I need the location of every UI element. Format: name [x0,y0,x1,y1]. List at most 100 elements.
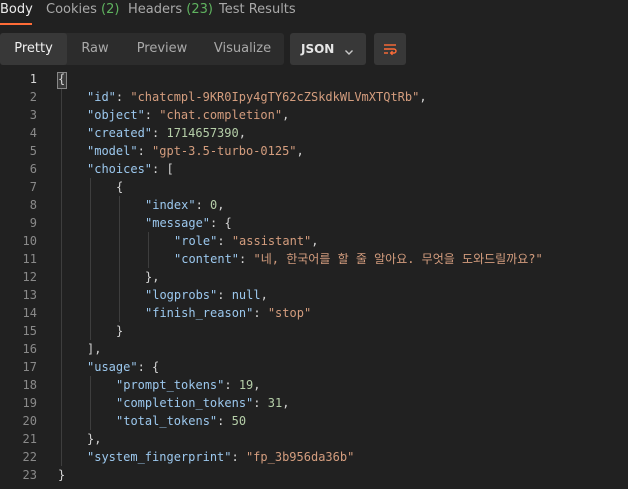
line-number: 10 [22,234,37,248]
json-key: "role" [174,234,218,248]
line-number: 14 [22,306,37,320]
json-number-value: 50 [231,414,247,428]
code-line: 20 "total_tokens": 50 [0,412,628,430]
tab-body-label: Body [0,2,33,17]
json-brace: }, [87,432,102,446]
json-brace: { [224,216,232,230]
tab-test-results[interactable]: Test Results [219,2,296,17]
json-key: "choices" [87,162,153,176]
code-line: 14 "finish_reason": "stop" [0,304,628,322]
code-line: 5 "model": "gpt-3.5-turbo-0125", [0,142,628,160]
wrap-lines-icon [384,44,397,56]
code-line: 3 "object": "chat.completion", [0,106,628,124]
line-number: 11 [22,252,37,266]
raw-button[interactable]: Raw [67,33,123,65]
json-string-value: "네, 한국어를 할 줄 알아요. 무엇을 도와드릴까요?" [253,252,543,266]
line-number: 15 [22,324,37,338]
json-key: "model" [87,144,138,158]
json-null-value: null [231,288,261,302]
cookies-count-badge: (2) [101,2,120,17]
code-line: 7 { [0,178,628,196]
line-number: 18 [22,378,37,392]
json-brace: { [152,360,160,374]
code-line: 22 "system_fingerprint": "fp_3b956da36b" [0,448,628,466]
code-line: 10 "role": "assistant", [0,232,628,250]
json-string-value: "chatcmpl-9KR0Ipy4gTY62cZSkdkWLVmXTQtRb" [130,90,420,104]
json-key: "logprobs" [145,288,218,302]
headers-count-badge: (23) [186,2,213,17]
chevron-down-icon [343,43,355,62]
line-number: 9 [29,216,37,230]
line-number: 6 [29,162,37,176]
format-select-value: JSON [301,42,335,56]
view-mode-control: Pretty Raw Preview Visualize [0,33,284,65]
code-line: 17 "usage": { [0,358,628,376]
code-line: 4 "created": 1714657390, [0,124,628,142]
json-key: "message" [145,216,211,230]
json-key: "content" [174,252,240,266]
code-line: 6 "choices": [ [0,160,628,178]
line-number: 23 [22,468,37,482]
json-number-value: 1714657390 [166,126,239,140]
active-tab-indicator [0,23,32,25]
tab-headers[interactable]: Headers (23) [128,2,213,17]
json-string-value: "chat.completion" [159,108,283,122]
json-key: "index" [145,198,196,212]
code-line: 23 } [0,466,628,484]
tab-body[interactable]: Body [0,2,33,17]
response-tabs: Body Cookies (2) Headers (23) Test Resul… [0,0,628,26]
code-line: 13 "logprobs": null, [0,286,628,304]
tab-test-results-label: Test Results [219,2,296,17]
format-select[interactable]: JSON [290,33,366,65]
pretty-button[interactable]: Pretty [0,33,67,65]
json-key: "total_tokens" [116,414,218,428]
code-line: 1 { [0,70,628,89]
json-key: "completion_tokens" [116,396,254,410]
json-key: "prompt_tokens" [116,378,225,392]
line-number: 4 [29,126,37,140]
code-line: 8 "index": 0, [0,196,628,214]
json-string-value: "fp_3b956da36b" [245,450,355,464]
code-line: 16 ], [0,340,628,358]
line-number: 19 [22,396,37,410]
code-line: 18 "prompt_tokens": 19, [0,376,628,394]
json-string-value: "assistant" [231,234,312,248]
response-body-editor[interactable]: 1 { 2 "id": "chatcmpl-9KR0Ipy4gTY62cZSkd… [0,70,628,489]
code-line: 19 "completion_tokens": 31, [0,394,628,412]
line-number: 21 [22,432,37,446]
line-number: 17 [22,360,37,374]
code-line: 21 }, [0,430,628,448]
json-brace: }, [145,270,160,284]
line-number: 2 [29,90,37,104]
json-bracket: ], [87,342,102,356]
json-key: "finish_reason" [145,306,254,320]
tab-cookies[interactable]: Cookies (2) [46,2,119,17]
visualize-button[interactable]: Visualize [201,33,284,65]
line-number: 5 [29,144,37,158]
json-key: "object" [87,108,145,122]
json-brace: { [58,72,66,86]
code-line: 15 } [0,322,628,340]
line-number: 8 [29,198,37,212]
json-brace: { [116,180,124,194]
json-string-value: "gpt-3.5-turbo-0125" [152,144,297,158]
preview-button[interactable]: Preview [123,33,201,65]
line-number: 22 [22,450,37,464]
wrap-lines-button[interactable] [374,33,406,65]
json-number-value: 31 [267,396,283,410]
json-key: "usage" [87,360,138,374]
json-bracket: [ [166,162,174,176]
json-number-value: 19 [238,378,254,392]
line-number: 16 [22,342,37,356]
code-line: 12 }, [0,268,628,286]
json-brace: } [58,468,66,482]
json-brace: } [116,324,124,338]
code-line: 2 "id": "chatcmpl-9KR0Ipy4gTY62cZSkdkWLV… [0,88,628,106]
code-line: 11 "content": "네, 한국어를 할 줄 알아요. 무엇을 도와드릴… [0,250,628,268]
json-string-value: "stop" [267,306,312,320]
tab-cookies-label: Cookies [46,2,97,17]
json-key: "created" [87,126,153,140]
code-line: 9 "message": { [0,214,628,232]
tab-headers-label: Headers [128,2,183,17]
line-number: 3 [29,108,37,122]
